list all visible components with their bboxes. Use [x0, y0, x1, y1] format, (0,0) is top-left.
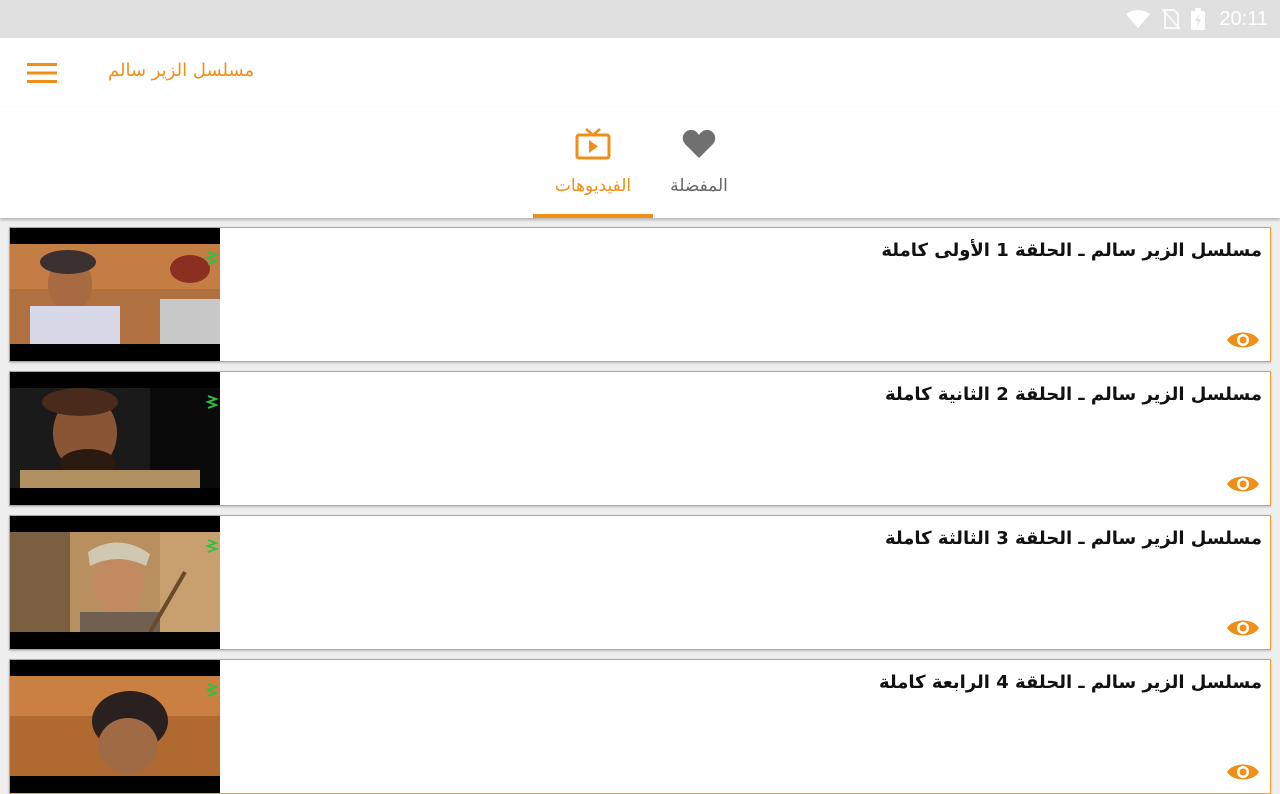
- video-thumbnail: [10, 372, 220, 505]
- video-thumbnail-image: [10, 244, 220, 344]
- video-thumbnail-image: [10, 388, 220, 488]
- video-title: مسلسل الزير سالم ـ الحلقة 3 الثالثة كامل…: [885, 528, 1262, 549]
- video-title: مسلسل الزير سالم ـ الحلقة 4 الرابعة كامل…: [878, 672, 1262, 693]
- tab-favorites-label: المفضلة: [670, 176, 728, 196]
- tab-favorites[interactable]: المفضلة: [653, 108, 745, 218]
- status-bar: 20:11: [0, 0, 1280, 38]
- status-icons: 20:11: [1125, 0, 1268, 38]
- video-list-item[interactable]: مسلسل الزير سالم ـ الحلقة 2 الثانية كامل…: [9, 371, 1271, 506]
- battery-charging-icon: [1191, 8, 1206, 30]
- eye-icon[interactable]: [1226, 328, 1260, 352]
- hamburger-menu-icon: [27, 63, 57, 83]
- status-time: 20:11: [1219, 7, 1268, 30]
- wifi-icon: [1126, 10, 1151, 28]
- tab-bar: الفيديوهات المفضلة: [0, 108, 1280, 218]
- video-title: مسلسل الزير سالم ـ الحلقة 1 الأولى كاملة: [881, 240, 1262, 261]
- tab-videos[interactable]: الفيديوهات: [533, 108, 653, 218]
- heart-icon: [682, 130, 716, 158]
- tv-play-icon: [575, 128, 611, 160]
- no-sim-icon: [1161, 8, 1182, 30]
- video-thumbnail-image: [10, 532, 220, 632]
- video-list-item[interactable]: مسلسل الزير سالم ـ الحلقة 4 الرابعة كامل…: [9, 659, 1271, 794]
- video-thumbnail: [10, 516, 220, 649]
- video-title: مسلسل الزير سالم ـ الحلقة 2 الثانية كامل…: [885, 384, 1262, 405]
- video-thumbnail: [10, 660, 220, 793]
- video-thumbnail: [10, 228, 220, 361]
- app-bar: مسلسل الزير سالم: [0, 38, 1280, 108]
- video-list-item[interactable]: مسلسل الزير سالم ـ الحلقة 3 الثالثة كامل…: [9, 515, 1271, 650]
- eye-icon[interactable]: [1226, 472, 1260, 496]
- video-thumbnail-image: [10, 676, 220, 776]
- tab-videos-label: الفيديوهات: [554, 176, 632, 196]
- app-title: مسلسل الزير سالم: [108, 60, 255, 81]
- tab-selected-indicator: [533, 214, 653, 218]
- eye-icon[interactable]: [1226, 760, 1260, 784]
- video-list-item[interactable]: مسلسل الزير سالم ـ الحلقة 1 الأولى كاملة: [9, 227, 1271, 362]
- eye-icon[interactable]: [1226, 616, 1260, 640]
- menu-button[interactable]: [22, 56, 62, 90]
